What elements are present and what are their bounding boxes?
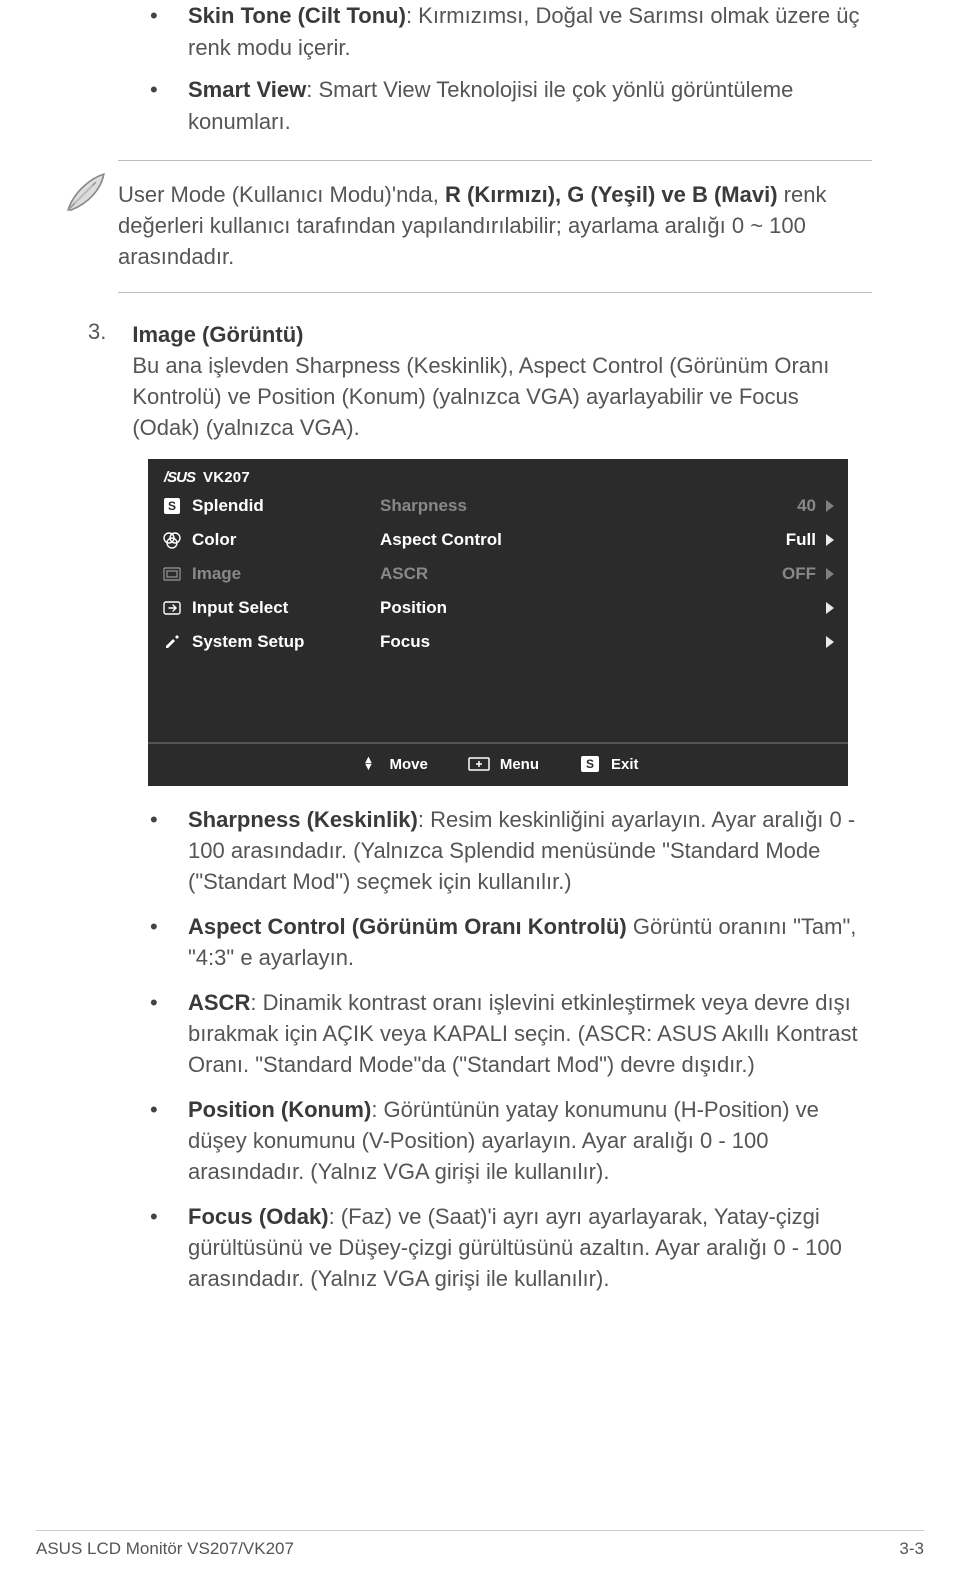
osd-hint-exit: S Exit <box>579 754 639 774</box>
input-icon <box>162 598 182 618</box>
osd-item-label: Position <box>380 598 447 618</box>
footer-right: 3-3 <box>899 1539 924 1559</box>
osd-item-focus[interactable]: Focus <box>380 632 834 652</box>
section-text: Bu ana işlevden Sharpness (Keskinlik), A… <box>132 353 829 440</box>
chevron-right-icon <box>826 534 834 546</box>
chevron-right-icon <box>826 568 834 580</box>
section-body: Image (Görüntü) Bu ana işlevden Sharpnes… <box>132 319 872 443</box>
osd-menu-input-select[interactable]: Input Select <box>162 598 362 618</box>
osd-item-position[interactable]: Position <box>380 598 834 618</box>
osd-menu-color[interactable]: Color <box>162 530 362 550</box>
osd-item-label: Focus <box>380 632 430 652</box>
osd-left-menu: S Splendid Color Image Input Select Syst… <box>162 496 362 652</box>
osd-item-sharpness[interactable]: Sharpness 40 <box>380 496 834 516</box>
bullet-text: : Dinamik kontrast oranı işlevini etkinl… <box>188 990 858 1077</box>
osd-item-value: 40 <box>797 496 834 516</box>
osd-panel: /SUS VK207 S Splendid Color Image Input … <box>148 459 848 786</box>
lower-bullet-list: Sharpness (Keskinlik): Resim keskinliğin… <box>88 804 872 1294</box>
osd-menu-system-setup[interactable]: System Setup <box>162 632 362 652</box>
osd-menu-label: System Setup <box>192 632 304 652</box>
footer-left: ASUS LCD Monitör VS207/VK207 <box>36 1539 294 1559</box>
svg-text:S: S <box>168 499 176 513</box>
section-number: 3. <box>88 319 106 443</box>
osd-item-aspect-control[interactable]: Aspect Control Full <box>380 530 834 550</box>
bullet-title: Skin Tone (Cilt Tonu) <box>188 3 406 28</box>
section-3: 3. Image (Görüntü) Bu ana işlevden Sharp… <box>88 319 872 443</box>
exit-icon: S <box>579 754 601 774</box>
osd-item-label: ASCR <box>380 564 428 584</box>
osd-hint-menu: Menu <box>468 754 539 774</box>
osd-menu-label: Splendid <box>192 496 264 516</box>
osd-body: S Splendid Color Image Input Select Syst… <box>148 490 848 742</box>
osd-footer: ▲▼ Move Menu S Exit <box>148 742 848 786</box>
osd-hint-move: ▲▼ Move <box>357 754 427 774</box>
bullet-title: Focus (Odak) <box>188 1204 329 1229</box>
chevron-right-icon <box>826 500 834 512</box>
osd-item-value: Full <box>786 530 834 550</box>
svg-text:S: S <box>586 757 594 771</box>
chevron-right-icon <box>826 636 834 648</box>
bullet-title: Aspect Control (Görünüm Oranı Kontrolü) <box>188 914 627 939</box>
chevron-right-icon <box>826 602 834 614</box>
list-item: Aspect Control (Görünüm Oranı Kontrolü) … <box>188 911 872 973</box>
bullet-title: Smart View <box>188 77 306 102</box>
settings-icon <box>162 632 182 652</box>
asus-logo: /SUS <box>164 469 195 486</box>
note-text: User Mode (Kullanıcı Modu)'nda, R (Kırmı… <box>118 160 872 293</box>
osd-menu-image[interactable]: Image <box>162 564 362 584</box>
osd-menu-label: Input Select <box>192 598 288 618</box>
list-item: Skin Tone (Cilt Tonu): Kırmızımsı, Doğal… <box>188 0 872 64</box>
top-bullet-list: Skin Tone (Cilt Tonu): Kırmızımsı, Doğal… <box>88 0 872 138</box>
note-pre: User Mode (Kullanıcı Modu)'nda, <box>118 182 445 207</box>
osd-menu-label: Color <box>192 530 236 550</box>
osd-hint-label: Exit <box>611 756 639 773</box>
note-bold: R (Kırmızı), G (Yeşil) ve B (Mavi) <box>445 182 778 207</box>
list-item: Smart View: Smart View Teknolojisi ile ç… <box>188 74 872 138</box>
osd-item-value: OFF <box>782 564 834 584</box>
color-icon <box>162 530 182 550</box>
list-item: Position (Konum): Görüntünün yatay konum… <box>188 1094 872 1187</box>
osd-header: /SUS VK207 <box>148 459 848 490</box>
page-footer: ASUS LCD Monitör VS207/VK207 3-3 <box>36 1530 924 1559</box>
osd-item-label: Sharpness <box>380 496 467 516</box>
osd-item-value <box>826 602 834 614</box>
bullet-title: ASCR <box>188 990 250 1015</box>
osd-item-label: Aspect Control <box>380 530 502 550</box>
osd-model: VK207 <box>203 469 250 486</box>
list-item: Sharpness (Keskinlik): Resim keskinliğin… <box>188 804 872 897</box>
osd-menu-splendid[interactable]: S Splendid <box>162 496 362 516</box>
list-item: ASCR: Dinamik kontrast oranı işlevini et… <box>188 987 872 1080</box>
osd-right-panel: Sharpness 40 Aspect Control Full ASCR OFF P… <box>380 496 834 652</box>
splendid-icon: S <box>162 496 182 516</box>
osd-hint-label: Menu <box>500 756 539 773</box>
osd-item-ascr[interactable]: ASCR OFF <box>380 564 834 584</box>
updown-icon: ▲▼ <box>357 754 379 774</box>
image-icon <box>162 564 182 584</box>
section-title: Image (Görüntü) <box>132 319 872 350</box>
osd-hint-label: Move <box>389 756 427 773</box>
bullet-title: Sharpness (Keskinlik) <box>188 807 418 832</box>
osd-item-value <box>826 636 834 648</box>
list-item: Focus (Odak): (Faz) ve (Saat)'i ayrı ayr… <box>188 1201 872 1294</box>
bullet-title: Position (Konum) <box>188 1097 371 1122</box>
menu-icon <box>468 754 490 774</box>
note-block: User Mode (Kullanıcı Modu)'nda, R (Kırmı… <box>54 160 872 293</box>
feather-icon <box>54 160 118 218</box>
osd-menu-label: Image <box>192 564 241 584</box>
